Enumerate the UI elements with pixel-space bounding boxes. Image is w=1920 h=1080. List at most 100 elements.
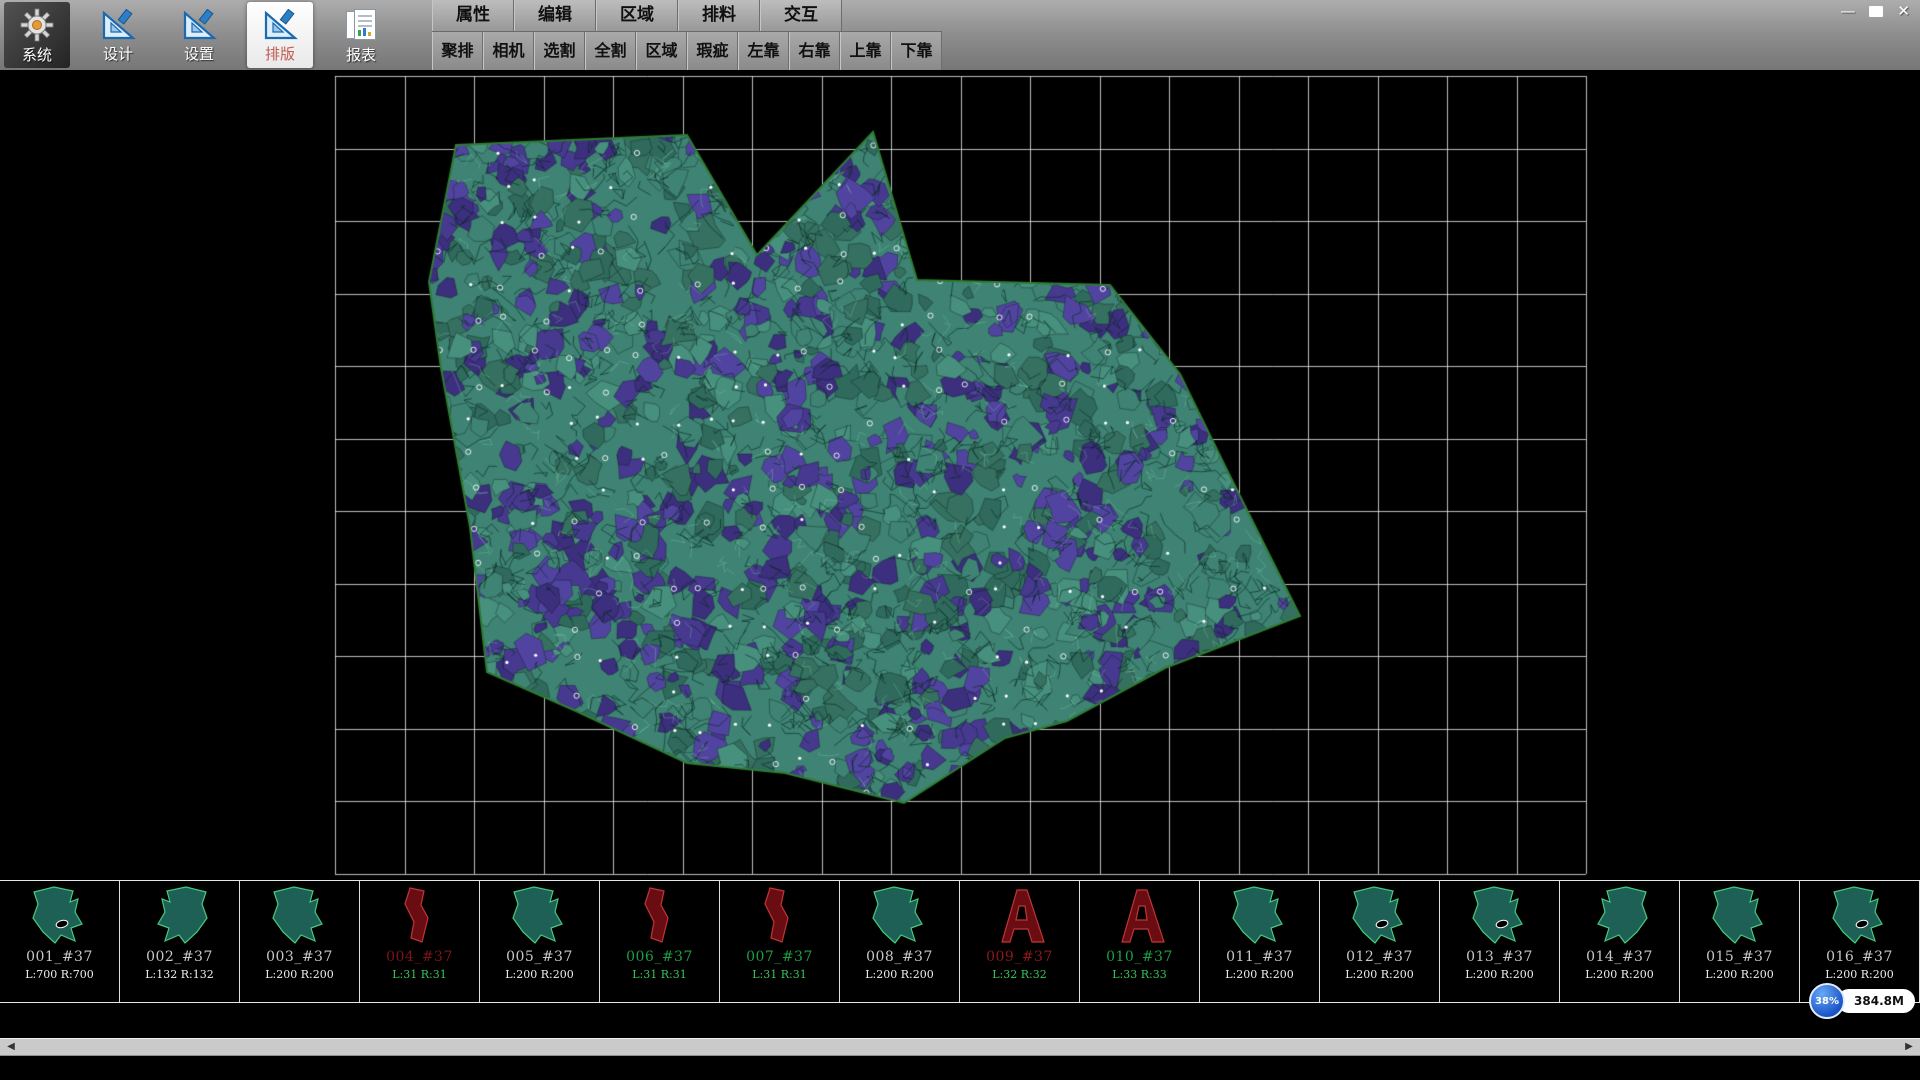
piece-shape — [1468, 884, 1532, 948]
menu-tab-1[interactable]: 编辑 — [514, 0, 596, 31]
tool-button-1[interactable]: 相机 — [483, 32, 534, 70]
progress-badge: 38% — [1809, 983, 1845, 1019]
app-button-label: 报表 — [346, 47, 376, 63]
piece-shape — [988, 884, 1052, 948]
app-toolbar: 系统 设计 设置 排版报表 — [4, 0, 409, 70]
memory-indicator: 384.8M — [1837, 989, 1915, 1013]
piece-label: 005_#37 — [506, 949, 573, 965]
thumbnail-004_#37[interactable]: 004_#37 L:31 R:31 — [360, 881, 480, 1002]
piece-label: 006_#37 — [626, 949, 693, 965]
piece-count: L:31 R:31 — [632, 968, 687, 981]
piece-count: L:200 R:200 — [865, 968, 934, 981]
ribbon-toolbar: 系统设计设置排版报表 属性编辑区域排料交互 聚排相机选割全割区域瑕疵左靠右靠上靠… — [0, 0, 1920, 71]
piece-label: 015_#37 — [1706, 949, 1773, 965]
piece-shape — [748, 884, 812, 948]
piece-shape — [268, 884, 332, 948]
maximize-button[interactable] — [1869, 6, 1883, 17]
tool-button-5[interactable]: 瑕疵 — [687, 32, 738, 70]
piece-count: L:200 R:200 — [1345, 968, 1414, 981]
tool-button-3[interactable]: 全割 — [585, 32, 636, 70]
tool-button-6[interactable]: 左靠 — [738, 32, 789, 70]
tool-button-9[interactable]: 下靠 — [891, 32, 942, 70]
thumbnail-006_#37[interactable]: 006_#37 L:31 R:31 — [600, 881, 720, 1002]
design-icon — [100, 9, 136, 45]
layout-icon — [262, 9, 298, 45]
menu-tab-0[interactable]: 属性 — [432, 0, 514, 31]
scroll-right-icon[interactable]: ▶ — [1898, 1039, 1920, 1055]
piece-count: L:200 R:200 — [1225, 968, 1294, 981]
piece-count: L:132 R:132 — [145, 968, 214, 981]
piece-count: L:200 R:200 — [1585, 968, 1654, 981]
app-button-label: 系统 — [22, 47, 52, 63]
piece-label: 007_#37 — [746, 949, 813, 965]
report-icon — [345, 8, 377, 46]
menu-tab-2[interactable]: 区域 — [596, 0, 678, 31]
thumbnail-001_#37[interactable]: 001_#37 L:700 R:700 — [0, 881, 120, 1002]
thumbnail-005_#37[interactable]: 005_#37L:200 R:200 — [480, 881, 600, 1002]
app-button-label: 设计 — [103, 46, 133, 62]
piece-thumbnail-strip: 001_#37 L:700 R:700 002_#37 L:132 R:132 003_… — [0, 880, 1920, 1003]
tool-button-7[interactable]: 右靠 — [789, 32, 840, 70]
piece-shape — [388, 884, 452, 948]
piece-count: L:200 R:200 — [1705, 968, 1774, 981]
thumbnail-014_#37[interactable]: 014_#37 L:200 R:200 — [1560, 881, 1680, 1002]
piece-count: L:700 R:700 — [25, 968, 94, 981]
menu-area: 属性编辑区域排料交互 聚排相机选割全割区域瑕疵左靠右靠上靠下靠 — [432, 0, 942, 70]
piece-count: L:32 R:32 — [992, 968, 1047, 981]
piece-label: 014_#37 — [1586, 949, 1653, 965]
thumbnail-002_#37[interactable]: 002_#37 L:132 R:132 — [120, 881, 240, 1002]
piece-label: 002_#37 — [146, 949, 213, 965]
piece-count: L:33 R:33 — [1112, 968, 1167, 981]
piece-label: 001_#37 — [26, 949, 93, 965]
horizontal-scrollbar[interactable]: ◀ ▶ — [0, 1038, 1920, 1056]
piece-count: L:200 R:200 — [265, 968, 334, 981]
tool-buttons-row: 聚排相机选割全割区域瑕疵左靠右靠上靠下靠 — [432, 32, 942, 70]
piece-shape — [1588, 884, 1652, 948]
thumbnail-010_#37[interactable]: 010_#37L:33 R:33 — [1080, 881, 1200, 1002]
thumbnail-007_#37[interactable]: 007_#37L:31 R:31 — [720, 881, 840, 1002]
thumbnail-015_#37[interactable]: 015_#37 L:200 R:200 — [1680, 881, 1800, 1002]
app-button-layout[interactable]: 排版 — [247, 2, 313, 68]
menu-tab-4[interactable]: 交互 — [760, 0, 842, 31]
piece-count: L:31 R:31 — [392, 968, 447, 981]
thumbnail-012_#37[interactable]: 012_#37L:200 R:200 — [1320, 881, 1440, 1002]
system-icon — [20, 8, 54, 46]
status-indicators: 38% 384.8M — [1809, 983, 1915, 1019]
tool-button-2[interactable]: 选割 — [534, 32, 585, 70]
piece-shape — [1708, 884, 1772, 948]
tool-button-0[interactable]: 聚排 — [432, 32, 483, 70]
piece-shape — [1228, 884, 1292, 948]
piece-shape — [1828, 884, 1892, 948]
thumbnail-009_#37[interactable]: 009_#37 L:32 R:32 — [960, 881, 1080, 1002]
thumbnail-008_#37[interactable]: 008_#37L:200 R:200 — [840, 881, 960, 1002]
window-controls: — ✕ — [1840, 3, 1910, 19]
piece-shape — [1108, 884, 1172, 948]
piece-shape — [28, 884, 92, 948]
piece-label: 011_#37 — [1226, 949, 1293, 965]
piece-shape — [1348, 884, 1412, 948]
close-button[interactable]: ✕ — [1897, 3, 1910, 19]
tool-button-4[interactable]: 区域 — [636, 32, 687, 70]
settings-icon — [181, 9, 217, 45]
nesting-canvas[interactable] — [0, 70, 1920, 880]
app-button-settings[interactable]: 设置 — [166, 2, 232, 68]
piece-label: 004_#37 — [386, 949, 453, 965]
thumbnail-011_#37[interactable]: 011_#37 L:200 R:200 — [1200, 881, 1320, 1002]
piece-label: 016_#37 — [1826, 949, 1893, 965]
menu-tabs-row: 属性编辑区域排料交互 — [432, 0, 942, 32]
app-button-report[interactable]: 报表 — [328, 2, 394, 68]
piece-label: 009_#37 — [986, 949, 1053, 965]
piece-shape — [508, 884, 572, 948]
scroll-left-icon[interactable]: ◀ — [0, 1039, 22, 1055]
piece-count: L:200 R:200 — [1825, 968, 1894, 981]
minimize-button[interactable]: — — [1840, 3, 1855, 19]
app-button-design[interactable]: 设计 — [85, 2, 151, 68]
menu-tab-3[interactable]: 排料 — [678, 0, 760, 31]
thumbnail-013_#37[interactable]: 013_#37L:200 R:200 — [1440, 881, 1560, 1002]
piece-label: 013_#37 — [1466, 949, 1533, 965]
app-button-system[interactable]: 系统 — [4, 2, 70, 68]
piece-shape — [628, 884, 692, 948]
tool-button-8[interactable]: 上靠 — [840, 32, 891, 70]
app-button-label: 设置 — [184, 46, 214, 62]
thumbnail-003_#37[interactable]: 003_#37L:200 R:200 — [240, 881, 360, 1002]
